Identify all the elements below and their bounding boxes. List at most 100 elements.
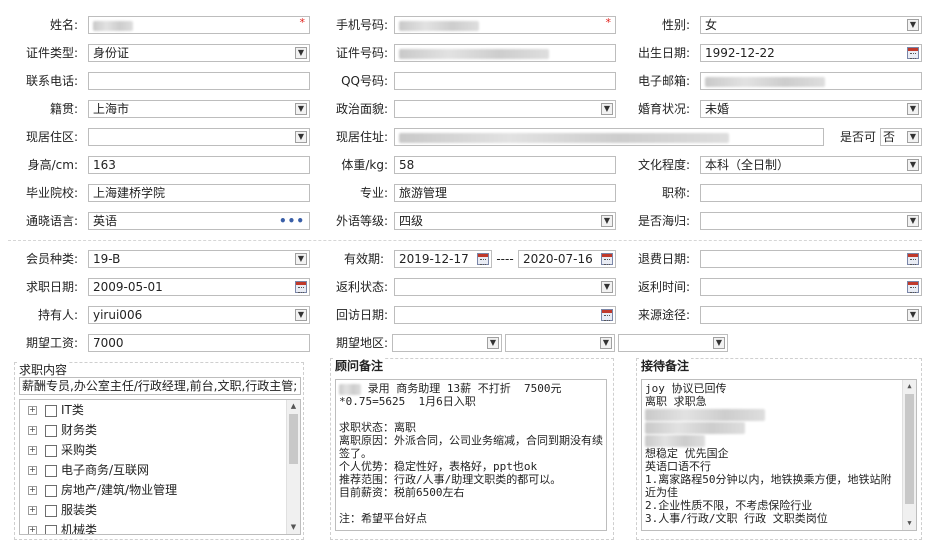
expand-icon[interactable]: +: [28, 446, 37, 455]
scroll-down-icon[interactable]: ▼: [288, 522, 299, 533]
checkbox[interactable]: [45, 464, 57, 477]
expand-icon[interactable]: +: [28, 506, 37, 515]
phone-input[interactable]: [88, 72, 310, 90]
marital-label: 婚育状况:: [637, 102, 690, 116]
advisor-notes-textarea[interactable]: 录用 商务助理 13薪 不打折 7500元 *0.75=5625 1月6日入职 …: [335, 379, 607, 531]
chevron-down-icon[interactable]: ▼: [295, 309, 307, 321]
chevron-down-icon[interactable]: ▼: [907, 19, 919, 31]
lang-level-select[interactable]: 四级 ▼: [394, 212, 616, 230]
major-input[interactable]: 旅游管理: [394, 184, 616, 202]
marital-select[interactable]: 未婚 ▼: [700, 100, 922, 118]
native-place-label: 籍贯:: [49, 102, 78, 116]
tree-node[interactable]: + 机械类: [28, 520, 97, 534]
scroll-up-icon[interactable]: ▲: [288, 401, 299, 412]
chevron-down-icon[interactable]: ▼: [907, 215, 919, 227]
valid-from-input[interactable]: 2019-12-17: [394, 250, 492, 268]
calendar-icon[interactable]: [477, 253, 489, 265]
chevron-down-icon[interactable]: ▼: [295, 131, 307, 143]
tree-node[interactable]: + 财务类: [28, 420, 97, 440]
political-select[interactable]: ▼: [394, 100, 616, 118]
tree-scrollbar[interactable]: ▲ ▼: [286, 400, 300, 534]
birthdate-input[interactable]: 1992-12-22: [700, 44, 922, 62]
scroll-thumb[interactable]: [905, 394, 914, 504]
scroll-thumb[interactable]: [289, 414, 298, 464]
calendar-icon[interactable]: [295, 281, 307, 293]
rebate-time-input[interactable]: [700, 278, 922, 296]
weight-input[interactable]: 58: [394, 156, 616, 174]
language-input[interactable]: 英语 •••: [88, 212, 310, 230]
expand-icon[interactable]: +: [28, 406, 37, 415]
checkbox[interactable]: [45, 424, 57, 437]
visit-date-input[interactable]: [394, 306, 616, 324]
mobile-input[interactable]: *: [394, 16, 616, 34]
chevron-down-icon[interactable]: ▼: [487, 337, 499, 349]
reception-notes-textarea[interactable]: joy 协议已回传 离职 求职急 想稳定 优先国企 英语口语不行 1.离家路程5…: [641, 379, 917, 531]
blurred-value: [645, 422, 745, 434]
chevron-down-icon[interactable]: ▼: [907, 131, 919, 143]
member-type-select[interactable]: 19-B ▼: [88, 250, 310, 268]
expand-icon[interactable]: +: [28, 466, 37, 475]
reception-notes-scrollbar[interactable]: ▲ ▼: [902, 380, 916, 530]
scroll-up-icon[interactable]: ▲: [904, 381, 915, 392]
checkbox[interactable]: [45, 404, 57, 417]
chevron-down-icon[interactable]: ▼: [907, 309, 919, 321]
expand-icon[interactable]: +: [28, 526, 37, 534]
area-city-select[interactable]: ▼: [505, 334, 615, 352]
job-category-tree[interactable]: + IT类 + 财务类 + 采购类 + 电子商务/互联网 + 房地产/建筑/物业管理 + 服…: [19, 399, 301, 535]
tree-node[interactable]: + 采购类: [28, 440, 97, 460]
id-type-select[interactable]: 身份证 ▼: [88, 44, 310, 62]
refund-date-input[interactable]: [700, 250, 922, 268]
chevron-down-icon[interactable]: ▼: [295, 47, 307, 59]
calendar-icon[interactable]: [907, 47, 919, 59]
more-icon[interactable]: •••: [279, 213, 305, 229]
expand-icon[interactable]: +: [28, 426, 37, 435]
chevron-down-icon[interactable]: ▼: [907, 159, 919, 171]
school-value: 上海建桥学院: [93, 186, 166, 200]
confirm-select[interactable]: 否 ▼: [880, 128, 922, 146]
chevron-down-icon[interactable]: ▼: [601, 281, 613, 293]
tree-node[interactable]: + 房地产/建筑/物业管理: [28, 480, 177, 500]
calendar-icon[interactable]: [601, 253, 613, 265]
title-input[interactable]: [700, 184, 922, 202]
returnee-select[interactable]: ▼: [700, 212, 922, 230]
job-date-input[interactable]: 2009-05-01: [88, 278, 310, 296]
chevron-down-icon[interactable]: ▼: [713, 337, 725, 349]
address-input[interactable]: [394, 128, 824, 146]
calendar-icon[interactable]: [907, 253, 919, 265]
calendar-icon[interactable]: [907, 281, 919, 293]
tree-node[interactable]: + IT类: [28, 400, 84, 420]
education-select[interactable]: 本科（全日制） ▼: [700, 156, 922, 174]
gender-select[interactable]: 女 ▼: [700, 16, 922, 34]
id-number-input[interactable]: [394, 44, 616, 62]
district-select[interactable]: ▼: [88, 128, 310, 146]
salary-input[interactable]: 7000: [88, 334, 310, 352]
chevron-down-icon[interactable]: ▼: [907, 103, 919, 115]
chevron-down-icon[interactable]: ▼: [295, 253, 307, 265]
height-input[interactable]: 163: [88, 156, 310, 174]
rebate-status-select[interactable]: ▼: [394, 278, 616, 296]
checkbox[interactable]: [45, 504, 57, 517]
email-input[interactable]: [700, 72, 922, 90]
scroll-down-icon[interactable]: ▼: [904, 518, 915, 529]
tree-node[interactable]: + 服装类: [28, 500, 97, 520]
chevron-down-icon[interactable]: ▼: [601, 215, 613, 227]
source-select[interactable]: ▼: [700, 306, 922, 324]
native-place-select[interactable]: 上海市 ▼: [88, 100, 310, 118]
checkbox[interactable]: [45, 524, 57, 534]
tree-node[interactable]: + 电子商务/互联网: [28, 460, 149, 480]
area-province-select[interactable]: ▼: [392, 334, 502, 352]
calendar-icon[interactable]: [601, 309, 613, 321]
qq-input[interactable]: [394, 72, 616, 90]
expand-icon[interactable]: +: [28, 486, 37, 495]
chevron-down-icon[interactable]: ▼: [295, 103, 307, 115]
chevron-down-icon[interactable]: ▼: [601, 103, 613, 115]
chevron-down-icon[interactable]: ▼: [600, 337, 612, 349]
checkbox[interactable]: [45, 444, 57, 457]
name-input[interactable]: *: [88, 16, 310, 34]
job-intent-summary[interactable]: 薪酬专员,办公室主任/行政经理,前台,文职,行政主管;: [19, 377, 301, 395]
valid-to-input[interactable]: 2020-07-16: [518, 250, 616, 268]
checkbox[interactable]: [45, 484, 57, 497]
area-district-select[interactable]: ▼: [618, 334, 728, 352]
holder-select[interactable]: yirui006 ▼: [88, 306, 310, 324]
school-input[interactable]: 上海建桥学院: [88, 184, 310, 202]
